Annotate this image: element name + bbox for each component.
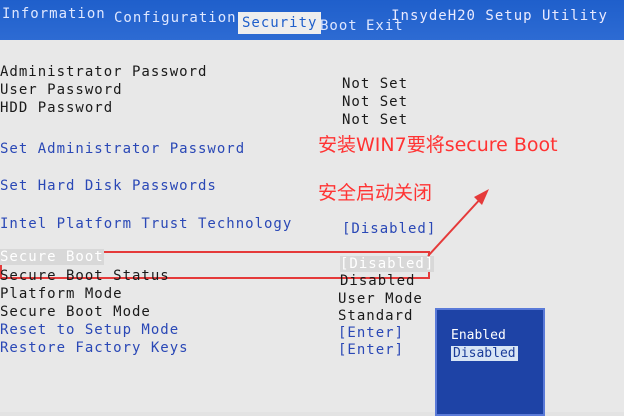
annotation-arrow [427, 189, 489, 257]
